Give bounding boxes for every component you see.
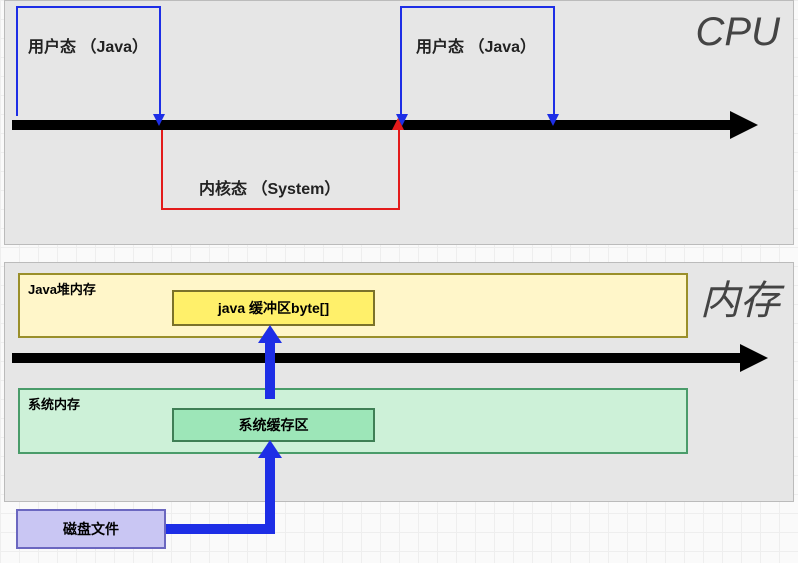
memory-timeline-arrow-icon [740, 344, 768, 372]
system-memory-label: 系统内存 [28, 394, 80, 413]
java-buffer-box: java 缓冲区byte[] [172, 290, 375, 326]
disk-file-label: 磁盘文件 [63, 519, 119, 539]
cpu-title: CPU [696, 10, 780, 55]
arrow-up-icon [258, 325, 282, 343]
system-cache-label: 系统缓存区 [239, 415, 309, 435]
memory-timeline [12, 353, 742, 363]
flow-arrow-segment [166, 524, 275, 534]
flow-arrow-segment [265, 336, 275, 399]
java-heap-label: Java堆内存 [28, 279, 96, 298]
kernel-mode-label: 内核态 （System） [199, 175, 340, 199]
user-mode-2-bracket [400, 6, 555, 116]
system-cache-box: 系统缓存区 [172, 408, 375, 442]
cpu-timeline-arrow-icon [730, 111, 758, 139]
user-mode-2-label: 用户态 （Java） [416, 33, 536, 57]
cpu-timeline [12, 120, 732, 130]
memory-title: 内存 [700, 268, 780, 326]
arrow-down-icon [547, 114, 559, 126]
arrow-up-icon [392, 118, 404, 130]
arrow-up-icon [258, 440, 282, 458]
user-mode-1-label: 用户态 （Java） [28, 33, 148, 57]
disk-file-box: 磁盘文件 [16, 509, 166, 549]
java-buffer-label: java 缓冲区byte[] [218, 298, 329, 318]
user-mode-1-bracket [16, 6, 161, 116]
flow-arrow-segment [265, 452, 275, 529]
arrow-down-icon [153, 114, 165, 126]
